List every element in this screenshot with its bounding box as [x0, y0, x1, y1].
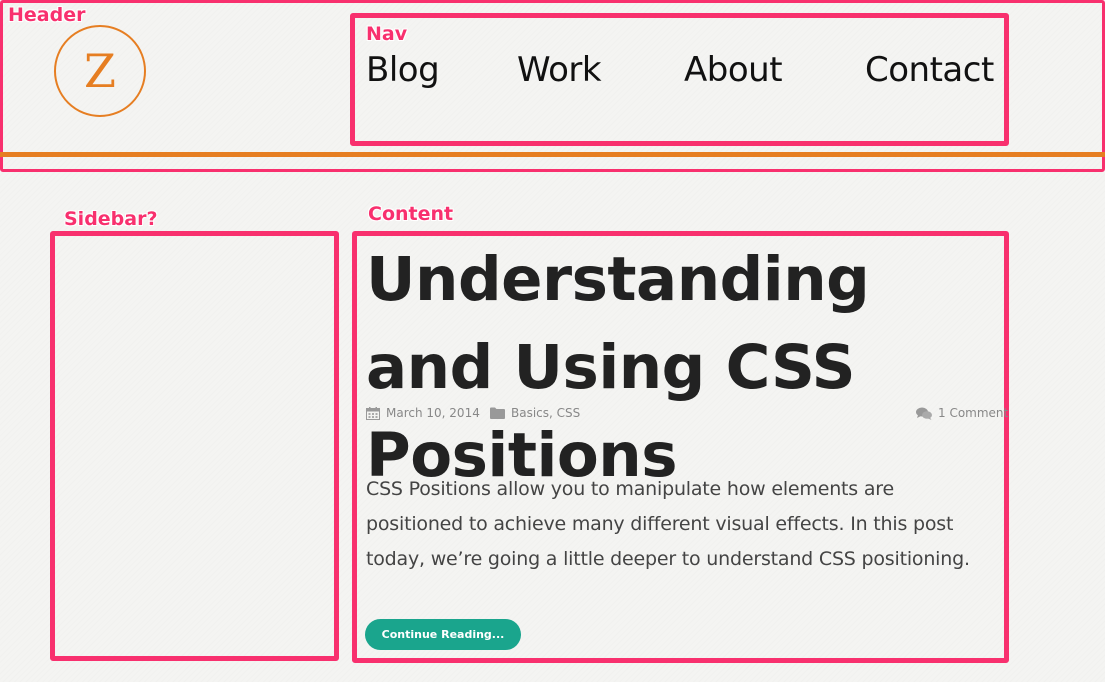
content-annotation-label: Content — [368, 203, 454, 225]
post-categories-text[interactable]: Basics, CSS — [511, 406, 580, 420]
post-categories: Basics, CSS — [490, 406, 580, 420]
logo-letter: Z — [84, 44, 116, 98]
site-logo[interactable]: Z — [54, 25, 146, 117]
post-title[interactable]: Understanding and Using CSS Positions — [366, 236, 1006, 500]
nav-item-blog[interactable]: Blog — [366, 50, 440, 90]
comments-icon — [916, 407, 932, 420]
nav-item-work[interactable]: Work — [517, 50, 602, 90]
sidebar-annotation-box — [50, 231, 339, 661]
folder-icon — [490, 407, 505, 419]
nav-item-about[interactable]: About — [684, 50, 783, 90]
post-date-text: March 10, 2014 — [386, 406, 480, 420]
post-comments-text: 1 Comment — [938, 406, 1009, 420]
sidebar-annotation-label: Sidebar? — [64, 208, 158, 230]
calendar-icon — [366, 406, 380, 420]
post-excerpt: CSS Positions allow you to manipulate ho… — [366, 478, 970, 570]
post-date: March 10, 2014 — [366, 406, 480, 420]
post-comments[interactable]: 1 Comment — [916, 406, 1008, 420]
header-divider — [0, 152, 1105, 157]
nav-annotation-label: Nav — [366, 23, 408, 45]
continue-reading-button[interactable]: Continue Reading... — [365, 619, 521, 650]
nav-item-contact[interactable]: Contact — [865, 50, 994, 90]
header-annotation-label: Header — [8, 4, 86, 26]
